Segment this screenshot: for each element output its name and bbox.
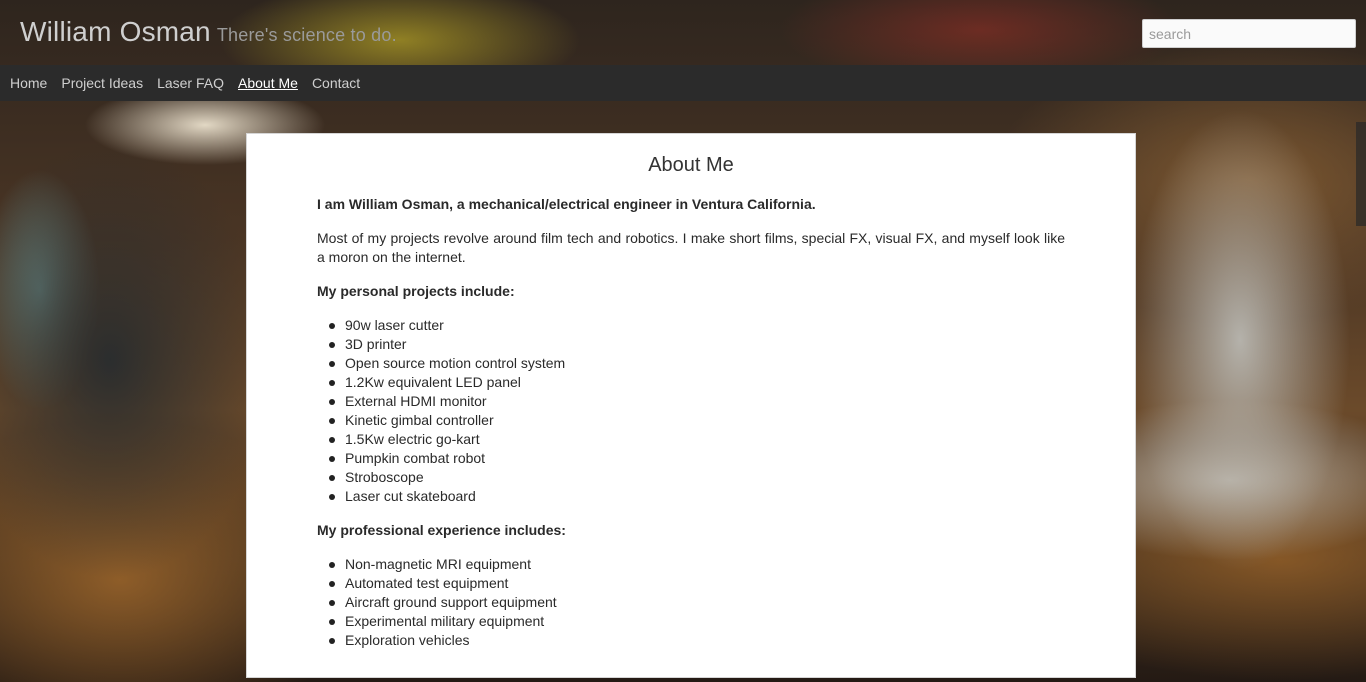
nav-item-project-ideas[interactable]: Project Ideas	[61, 75, 143, 91]
site-tagline: There's science to do.	[216, 25, 397, 45]
professional-experience-list: Non-magnetic MRI equipment Automated tes…	[317, 555, 1065, 650]
list-item: Open source motion control system	[317, 354, 1065, 373]
list-item: Stroboscope	[317, 468, 1065, 487]
list-item: Pumpkin combat robot	[317, 449, 1065, 468]
list-item: Experimental military equipment	[317, 612, 1065, 631]
intro-text: I am William Osman, a mechanical/electri…	[317, 196, 816, 212]
content-panel: About Me I am William Osman, a mechanica…	[246, 133, 1136, 678]
list-item: External HDMI monitor	[317, 392, 1065, 411]
main-nav: Home Project Ideas Laser FAQ About Me Co…	[0, 65, 1366, 101]
site-title[interactable]: William Osman There's science to do.	[20, 16, 397, 48]
nav-item-about-me[interactable]: About Me	[238, 75, 298, 91]
personal-projects-heading: My personal projects include:	[317, 283, 515, 299]
list-item: 1.5Kw electric go-kart	[317, 430, 1065, 449]
site-title-text[interactable]: William Osman	[20, 16, 211, 47]
list-item: Non-magnetic MRI equipment	[317, 555, 1065, 574]
nav-item-contact[interactable]: Contact	[312, 75, 360, 91]
list-item: Laser cut skateboard	[317, 487, 1065, 506]
search-input[interactable]	[1142, 19, 1356, 48]
list-item: Aircraft ground support equipment	[317, 593, 1065, 612]
description-text: Most of my projects revolve around film …	[317, 230, 1065, 265]
list-item: Kinetic gimbal controller	[317, 411, 1065, 430]
personal-projects-list: 90w laser cutter 3D printer Open source …	[317, 316, 1065, 506]
side-scroll-tab[interactable]	[1356, 122, 1366, 226]
list-item: Exploration vehicles	[317, 631, 1065, 650]
site-header: William Osman There's science to do.	[0, 0, 1366, 65]
list-item: Automated test equipment	[317, 574, 1065, 593]
nav-item-laser-faq[interactable]: Laser FAQ	[157, 75, 224, 91]
list-item: 3D printer	[317, 335, 1065, 354]
list-item: 90w laser cutter	[317, 316, 1065, 335]
list-item: 1.2Kw equivalent LED panel	[317, 373, 1065, 392]
page-title: About Me	[648, 154, 734, 176]
nav-item-home[interactable]: Home	[10, 75, 47, 91]
professional-experience-heading: My professional experience includes:	[317, 522, 566, 538]
